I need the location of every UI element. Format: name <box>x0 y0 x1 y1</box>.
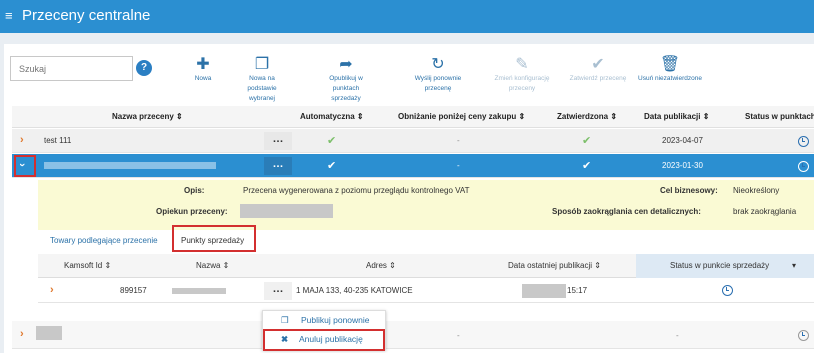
new-button[interactable]: ✚ Nowa <box>190 56 216 84</box>
expand-chevron-icon[interactable]: › <box>20 328 24 340</box>
redacted-name <box>172 288 226 294</box>
context-menu: ❐ Publikuj ponownie ✖ Anuluj publikację <box>262 310 386 351</box>
col-approved[interactable]: Zatwierdzona ⇕ <box>557 112 617 121</box>
copy-icon: ❐ <box>254 56 270 73</box>
plus-icon: ✚ <box>196 56 210 73</box>
edit-icon: ✎ <box>515 56 529 73</box>
check-icon: ✔ <box>327 135 337 147</box>
share-icon: ➦ <box>339 56 353 73</box>
highlight-box <box>263 329 385 351</box>
resend-button[interactable]: ↻ Wyślij ponownie przecenę <box>410 56 466 94</box>
clock-icon <box>798 161 809 172</box>
help-icon[interactable]: ? <box>136 60 152 76</box>
highlight-box <box>14 155 36 177</box>
col-kamsoft-id[interactable]: Kamsoft Id ⇕ <box>64 261 111 270</box>
table-row-selected[interactable]: › … ✔ - ✔ 2023-01-30 <box>12 154 814 178</box>
copy-icon: ❐ <box>281 315 289 325</box>
col-last-publication[interactable]: Data ostatniej publikacji ⇕ <box>508 261 601 270</box>
check-icon: ✔ <box>582 135 592 147</box>
col-status-sorted[interactable]: Status w punkcie sprzedaży ▾ <box>636 254 814 278</box>
redacted-owner <box>240 204 333 218</box>
table-row[interactable]: › - - <box>12 321 814 349</box>
col-status[interactable]: Status w punktach s <box>745 112 814 121</box>
publish-button[interactable]: ➦ Opublikuj w punktach sprzedaży <box>318 56 374 104</box>
change-config-button[interactable]: ✎ Zmień konfigurację przeceny <box>490 56 554 94</box>
col-below-cost[interactable]: Obniżanie poniżej ceny zakupu ⇕ <box>398 112 525 121</box>
expand-chevron-icon[interactable]: › <box>50 284 54 296</box>
clock-icon <box>722 285 733 296</box>
table-row[interactable]: › test 111 … ✔ - ✔ 2023-04-07 <box>12 129 814 153</box>
col-name[interactable]: Nazwa przeceny ⇕ <box>112 112 183 121</box>
subtabs: Towary podlegające przecenie Punkty sprz… <box>38 225 814 254</box>
subtable-row[interactable]: › 899157 … 1 MAJA 133, 40-235 KATOWICE 1… <box>38 279 814 303</box>
redacted-date <box>522 284 566 298</box>
new-based-on-selected-button[interactable]: ❐ Nowa na podstawie wybranej <box>236 56 288 104</box>
check-icon: ✔ <box>582 160 592 172</box>
row-actions-button[interactable]: … <box>264 157 292 175</box>
approve-button[interactable]: ✔ Zatwierdź przecenę <box>566 56 630 84</box>
tab-products[interactable]: Towary podlegające przecenie <box>50 236 158 245</box>
clock-icon <box>798 330 809 341</box>
redacted-name <box>36 326 62 340</box>
col-adres[interactable]: Adres ⇕ <box>366 261 396 270</box>
check-icon: ✔ <box>327 160 337 172</box>
clock-icon <box>798 136 809 147</box>
trash-icon: 🗑 <box>659 56 681 73</box>
refresh-icon: ↻ <box>431 56 445 73</box>
details-panel: Opis: Przecena wygenerowana z poziomu pr… <box>38 180 814 230</box>
search-input[interactable] <box>10 56 133 81</box>
table-header: Nazwa przeceny ⇕ Automatyczna ⇕ Obniżani… <box>12 106 814 128</box>
republish-menu-item[interactable]: ❐ Publikuj ponownie <box>263 313 385 329</box>
highlight-box <box>172 225 256 252</box>
col-date[interactable]: Data publikacji ⇕ <box>644 112 709 121</box>
subtable-header: Kamsoft Id ⇕ Nazwa ⇕ Adres ⇕ Data ostatn… <box>38 254 814 278</box>
row-actions-button[interactable]: … <box>264 282 292 300</box>
check-icon: ✔ <box>591 56 605 73</box>
col-automatic[interactable]: Automatyczna ⇕ <box>300 112 364 121</box>
sort-desc-icon: ▾ <box>792 261 797 270</box>
col-nazwa[interactable]: Nazwa ⇕ <box>196 261 229 270</box>
redacted-name <box>44 162 216 169</box>
app-title: Przeceny centralne <box>22 7 151 24</box>
hamburger-menu-icon[interactable]: ≡ <box>5 9 13 22</box>
delete-unapproved-button[interactable]: 🗑 Usuń niezatwierdzone <box>634 56 706 84</box>
expand-chevron-icon[interactable]: › <box>20 134 24 146</box>
row-actions-button[interactable]: … <box>264 132 292 150</box>
app-header: ≡ Przeceny centralne <box>0 0 814 33</box>
